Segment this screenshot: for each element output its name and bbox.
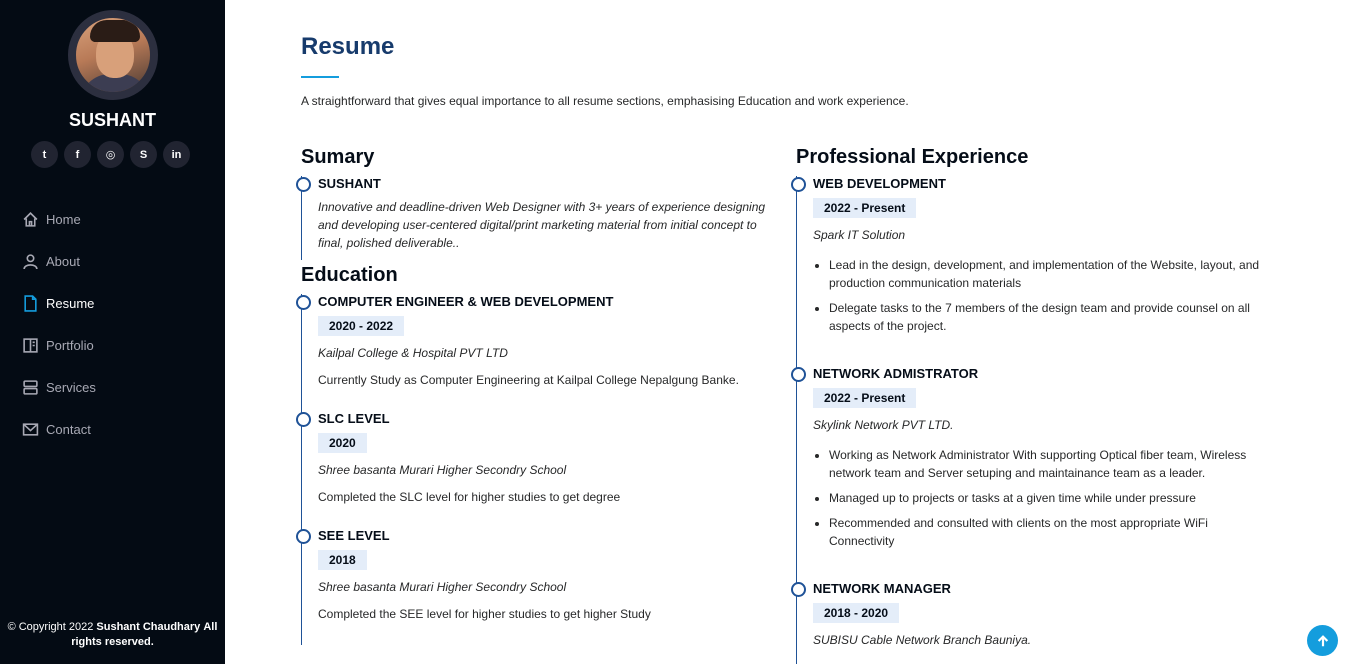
- education-desc: Currently Study as Computer Engineering …: [318, 373, 739, 387]
- nav-item-label: Home: [46, 211, 81, 227]
- page-title: Resume: [301, 33, 395, 60]
- education-place: Shree basanta Murari Higher Secondry Sch…: [318, 580, 567, 594]
- experience-title: NETWORK MANAGER: [813, 581, 951, 596]
- nav-item-label: Contact: [46, 421, 91, 437]
- list-item: Delegate tasks to the 7 members of the d…: [829, 299, 1276, 335]
- home-icon: [23, 211, 38, 227]
- facebook-icon[interactable]: f: [64, 141, 91, 168]
- nav-item-label: About: [46, 253, 80, 269]
- skype-icon[interactable]: S: [130, 141, 157, 168]
- arrow-up-icon: [1317, 634, 1328, 646]
- education-title: SLC LEVEL: [318, 411, 390, 426]
- nav-item-services[interactable]: Services: [22, 366, 96, 408]
- experience-company: SUBISU Cable Network Branch Bauniya.: [813, 633, 1032, 647]
- summary-item: SUSHANT Innovative and deadline-driven W…: [296, 176, 771, 260]
- experience-date: 2022 - Present: [813, 388, 917, 408]
- education-place: Kailpal College & Hospital PVT LTD: [318, 346, 508, 360]
- nav-item-contact[interactable]: Contact: [22, 408, 96, 450]
- copyright: © Copyright 2022 Sushant Chaudhary All r…: [0, 620, 225, 650]
- education-place: Shree basanta Murari Higher Secondry Sch…: [318, 463, 567, 477]
- profile-name: SUSHANT: [68, 110, 156, 130]
- nav-menu: Home About Resume Portfolio Services Con…: [22, 198, 96, 450]
- linkedin-icon[interactable]: in: [163, 141, 190, 168]
- experience-item: WEB DEVELOPMENT 2022 - Present Spark IT …: [791, 176, 1276, 366]
- nav-item-about[interactable]: About: [22, 240, 96, 282]
- nav-item-label: Services: [46, 379, 96, 395]
- nav-item-label: Resume: [46, 295, 95, 311]
- education-item: COMPUTER ENGINEER & WEB DEVELOPMENT 2020…: [296, 294, 771, 411]
- summary-text: Innovative and deadline-driven Web Desig…: [318, 200, 766, 250]
- list-item: Managed up to projects or tasks at a giv…: [829, 489, 1276, 507]
- right-column: Professional Experience WEB DEVELOPMENT …: [791, 146, 1276, 664]
- copyright-owner: Sushant Chaudhary: [96, 621, 201, 633]
- sidebar: SUSHANT t f ◎ S in Home About Resume Por…: [0, 0, 225, 664]
- book-icon: [23, 337, 38, 353]
- nav-item-portfolio[interactable]: Portfolio: [22, 324, 96, 366]
- experience-item: NETWORK ADMISTRATOR 2022 - Present Skyli…: [791, 366, 1276, 581]
- education-date: 2020 - 2022: [318, 316, 405, 336]
- server-icon: [23, 379, 38, 395]
- experience-bullets: Lead in the design, development, and imp…: [813, 256, 1276, 335]
- experience-date: 2022 - Present: [813, 198, 917, 218]
- experience-title: NETWORK ADMISTRATOR: [813, 366, 979, 381]
- experience-title: WEB DEVELOPMENT: [813, 176, 946, 191]
- experience-heading: Professional Experience: [796, 146, 1029, 168]
- education-title: COMPUTER ENGINEER & WEB DEVELOPMENT: [318, 294, 614, 309]
- nav-item-label: Portfolio: [46, 337, 94, 353]
- experience-bullets: Working as Network Administrator With su…: [813, 446, 1276, 550]
- twitter-icon[interactable]: t: [31, 141, 58, 168]
- experience-item: NETWORK MANAGER 2018 - 2020 SUBISU Cable…: [791, 581, 1276, 664]
- file-icon: [24, 294, 37, 312]
- list-item: Working as Network Administrator With su…: [829, 446, 1276, 482]
- left-column: Sumary SUSHANT Innovative and deadline-d…: [296, 146, 771, 645]
- copyright-prefix: © Copyright 2022: [7, 621, 94, 633]
- nav-item-home[interactable]: Home: [22, 198, 96, 240]
- experience-company: Skylink Network PVT LTD.: [813, 418, 954, 432]
- education-date: 2020: [318, 433, 367, 453]
- education-desc: Completed the SEE level for higher studi…: [318, 607, 651, 621]
- list-item: Lead in the design, development, and imp…: [829, 256, 1276, 292]
- instagram-icon[interactable]: ◎: [97, 141, 124, 168]
- education-item: SEE LEVEL 2018 Shree basanta Murari High…: [296, 528, 771, 645]
- education-title: SEE LEVEL: [318, 528, 390, 543]
- education-item: SLC LEVEL 2020 Shree basanta Murari High…: [296, 411, 771, 528]
- education-date: 2018: [318, 550, 367, 570]
- intro-text: A straightforward that gives equal impor…: [301, 94, 909, 108]
- social-links: t f ◎ S in: [31, 141, 190, 168]
- back-to-top-button[interactable]: [1307, 625, 1338, 656]
- summary-heading: Sumary: [301, 146, 375, 168]
- avatar[interactable]: [68, 10, 158, 100]
- user-icon: [23, 253, 38, 269]
- summary-name: SUSHANT: [318, 176, 381, 191]
- envelope-icon: [22, 422, 39, 436]
- education-desc: Completed the SLC level for higher studi…: [318, 490, 621, 504]
- experience-date: 2018 - 2020: [813, 603, 900, 623]
- education-heading: Education: [301, 264, 398, 286]
- title-underline: [301, 76, 339, 78]
- nav-item-resume[interactable]: Resume: [22, 282, 96, 324]
- list-item: Recommended and consulted with clients o…: [829, 514, 1276, 550]
- experience-company: Spark IT Solution: [813, 228, 906, 242]
